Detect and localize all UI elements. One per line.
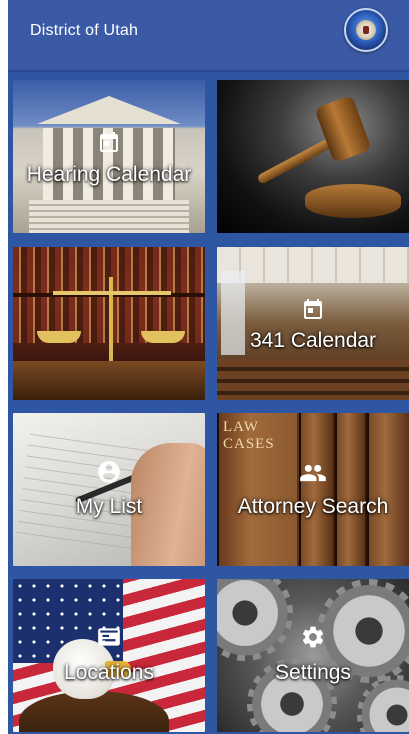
people-icon [299,459,327,487]
tile-settings[interactable]: Settings [217,579,409,732]
page-title: District of Utah [30,22,139,39]
tile-gavel-image[interactable] [217,80,409,233]
writing-hand-photo [13,413,205,566]
tile-label: Settings [275,661,351,684]
tile-label: My List [75,495,143,518]
courtroom-photo [217,247,409,400]
tile-scales-image[interactable] [13,247,205,400]
id-card-icon [95,623,123,651]
tile-341-calendar[interactable]: 341 Calendar [217,247,409,400]
law-books-photo: LAW CASES [217,413,409,566]
tile-hearing-calendar[interactable]: Hearing Calendar [13,80,205,233]
calendar-icon [95,128,123,156]
tile-label: Locations [64,661,154,684]
tile-label: 341 Calendar [249,329,377,352]
calendar-icon [299,295,327,323]
app-header: District of Utah [8,0,409,72]
scales-of-justice-photo [13,247,205,400]
gears-photo [217,579,409,732]
tile-attorney-search[interactable]: LAW CASES Attorney Search [217,413,409,566]
app-screen: District of Utah Hearing Calendar 341 Ca… [8,0,409,734]
person-icon [95,458,123,486]
book-text-line: CASES [223,436,275,452]
menu-grid: Hearing Calendar 341 Calendar My List LA… [8,80,409,734]
eagle-flag-photo [13,579,205,732]
book-text-line: LAW [223,419,259,435]
gavel-photo [217,80,409,233]
tile-locations[interactable]: Locations [13,579,205,732]
tile-my-list[interactable]: My List [13,413,205,566]
tile-label: Hearing Calendar [26,163,192,186]
tile-label: Attorney Search [237,495,389,518]
gear-icon [299,623,327,651]
courthouse-photo [13,80,205,233]
court-seal-logo [344,8,388,52]
